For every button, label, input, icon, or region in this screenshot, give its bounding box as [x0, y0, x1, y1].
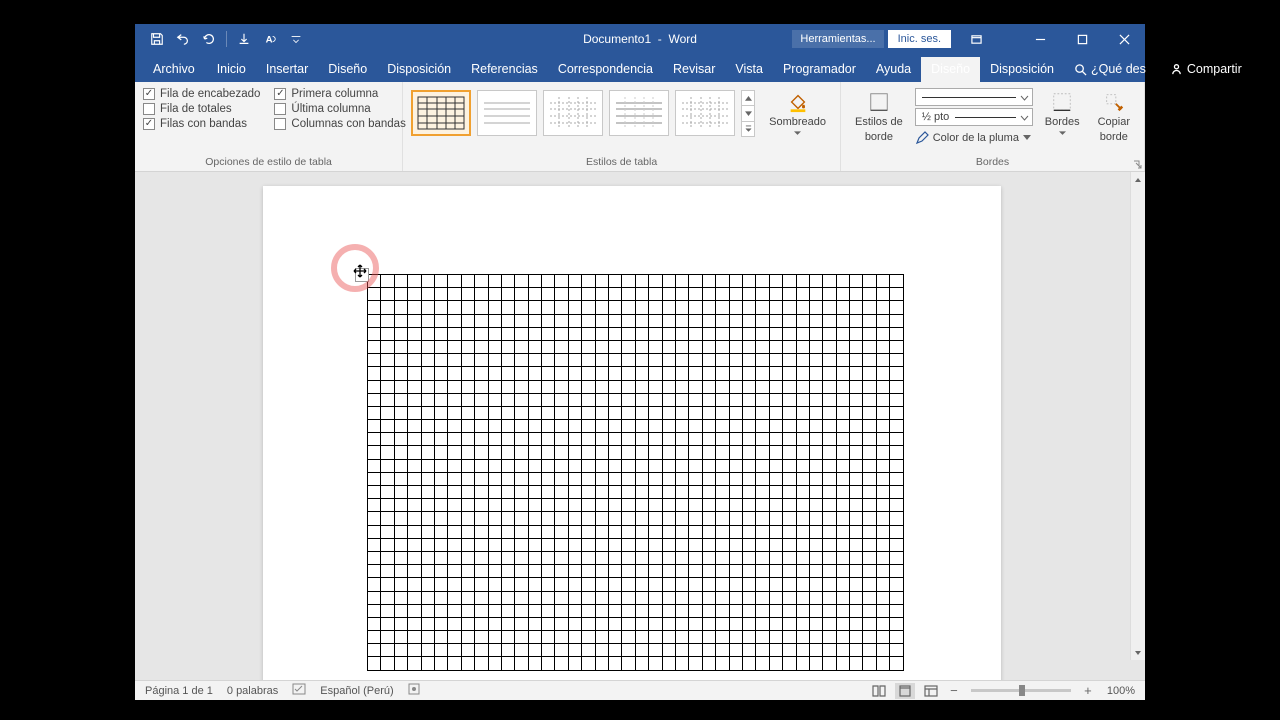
shading-button[interactable]: Sombreado	[763, 86, 832, 136]
save-icon[interactable]	[145, 27, 169, 51]
group-label: Estilos de tabla	[411, 154, 832, 169]
tab-insert[interactable]: Insertar	[256, 57, 318, 82]
app-name: Word	[668, 32, 696, 46]
tab-home[interactable]: Inicio	[207, 57, 256, 82]
scroll-down-icon[interactable]	[1131, 645, 1145, 660]
tab-file[interactable]: Archivo	[141, 57, 207, 82]
group-table-style-options: Fila de encabezado Fila de totales Filas…	[135, 82, 403, 171]
statusbar: Página 1 de 1 0 palabras Español (Perú) …	[135, 680, 1145, 700]
titlebar: A Documento1 - Word Herramientas... Inic…	[135, 24, 1145, 54]
pen-icon	[915, 131, 929, 145]
move-cursor-icon	[353, 264, 367, 278]
tab-table-layout[interactable]: Disposición	[980, 57, 1064, 82]
document-name: Documento1	[583, 32, 651, 46]
gallery-scroll	[741, 90, 755, 136]
ribbon-tabs: Archivo Inicio Insertar Diseño Disposici…	[135, 54, 1145, 82]
border-styles-icon	[867, 90, 891, 114]
quick-access-toolbar: A	[135, 27, 308, 51]
zoom-slider[interactable]	[971, 689, 1071, 692]
paint-bucket-icon	[786, 90, 810, 114]
minimize-button[interactable]	[1019, 24, 1061, 54]
web-layout-icon[interactable]	[921, 683, 941, 699]
chk-banded-columns[interactable]: Columnas con bandas	[274, 118, 405, 130]
dialog-launcher-icon[interactable]	[1132, 159, 1142, 169]
chk-banded-rows[interactable]: Filas con bandas	[143, 118, 260, 130]
chk-first-column[interactable]: Primera columna	[274, 88, 405, 100]
qat-customize-icon[interactable]	[284, 27, 308, 51]
chk-header-row[interactable]: Fila de encabezado	[143, 88, 260, 100]
gallery-down-icon[interactable]	[741, 105, 755, 121]
tab-design[interactable]: Diseño	[318, 57, 377, 82]
table-styles-gallery[interactable]	[411, 86, 755, 136]
proofing-icon[interactable]	[292, 683, 306, 698]
gallery-more-icon[interactable]	[741, 121, 755, 137]
borders-icon	[1050, 90, 1074, 114]
undo-icon[interactable]	[171, 27, 195, 51]
window-title: Documento1 - Word	[583, 32, 697, 46]
read-aloud-icon[interactable]: A	[258, 27, 282, 51]
table-style-thumb[interactable]	[675, 90, 735, 136]
tell-me-search[interactable]: ¿Qué des	[1064, 57, 1156, 82]
close-button[interactable]	[1103, 24, 1145, 54]
border-painter-button[interactable]: Copiar borde	[1092, 86, 1136, 143]
sign-in-button[interactable]: Inic. ses.	[888, 30, 951, 48]
line-style-combo[interactable]	[915, 88, 1033, 106]
tab-table-design[interactable]: Diseño	[921, 57, 980, 82]
scroll-up-icon[interactable]	[1131, 172, 1145, 187]
zoom-out-button[interactable]: −	[947, 683, 961, 698]
group-borders: Estilos de borde ½ pto Color de la pluma…	[841, 82, 1145, 171]
pen-color-button[interactable]: Color de la pluma	[915, 131, 1033, 145]
svg-text:A: A	[266, 35, 273, 46]
group-label: Opciones de estilo de tabla	[143, 154, 394, 169]
ribbon: Fila de encabezado Fila de totales Filas…	[135, 82, 1145, 172]
tab-help[interactable]: Ayuda	[866, 57, 921, 82]
word-window: A Documento1 - Word Herramientas... Inic…	[135, 24, 1145, 700]
vertical-scrollbar[interactable]	[1130, 172, 1145, 660]
table-tools-tag[interactable]: Herramientas...	[792, 30, 883, 48]
chk-last-column[interactable]: Última columna	[274, 103, 405, 115]
border-styles-button[interactable]: Estilos de borde	[849, 86, 909, 143]
page-indicator[interactable]: Página 1 de 1	[145, 685, 213, 697]
table-style-thumb[interactable]	[477, 90, 537, 136]
maximize-button[interactable]	[1061, 24, 1103, 54]
tab-layout[interactable]: Disposición	[377, 57, 461, 82]
tab-mailings[interactable]: Correspondencia	[548, 57, 663, 82]
tab-developer[interactable]: Programador	[773, 57, 866, 82]
border-painter-icon	[1102, 90, 1126, 114]
table-style-thumb[interactable]	[543, 90, 603, 136]
share-button[interactable]: Compartir	[1160, 57, 1252, 82]
redo-icon[interactable]	[197, 27, 221, 51]
touch-mode-icon[interactable]	[232, 27, 256, 51]
borders-button[interactable]: Bordes	[1039, 86, 1086, 136]
line-weight-combo[interactable]: ½ pto	[915, 108, 1033, 126]
print-layout-icon[interactable]	[895, 683, 915, 699]
word-count[interactable]: 0 palabras	[227, 685, 278, 697]
macro-record-icon[interactable]	[408, 683, 420, 698]
language-indicator[interactable]: Español (Perú)	[320, 685, 393, 697]
read-mode-icon[interactable]	[869, 683, 889, 699]
table-style-thumb[interactable]	[411, 90, 471, 136]
document-area[interactable]	[135, 172, 1145, 680]
zoom-level[interactable]: 100%	[1107, 685, 1135, 697]
tab-review[interactable]: Revisar	[663, 57, 725, 82]
document-table[interactable]	[367, 274, 904, 671]
tab-view[interactable]: Vista	[725, 57, 773, 82]
gallery-up-icon[interactable]	[741, 90, 755, 106]
chk-total-row[interactable]: Fila de totales	[143, 103, 260, 115]
group-table-styles: Sombreado Estilos de tabla	[403, 82, 841, 171]
tab-references[interactable]: Referencias	[461, 57, 548, 82]
table-style-thumb[interactable]	[609, 90, 669, 136]
ribbon-display-icon[interactable]	[955, 24, 997, 54]
group-label: Bordes	[849, 154, 1136, 169]
zoom-in-button[interactable]: +	[1081, 683, 1095, 698]
